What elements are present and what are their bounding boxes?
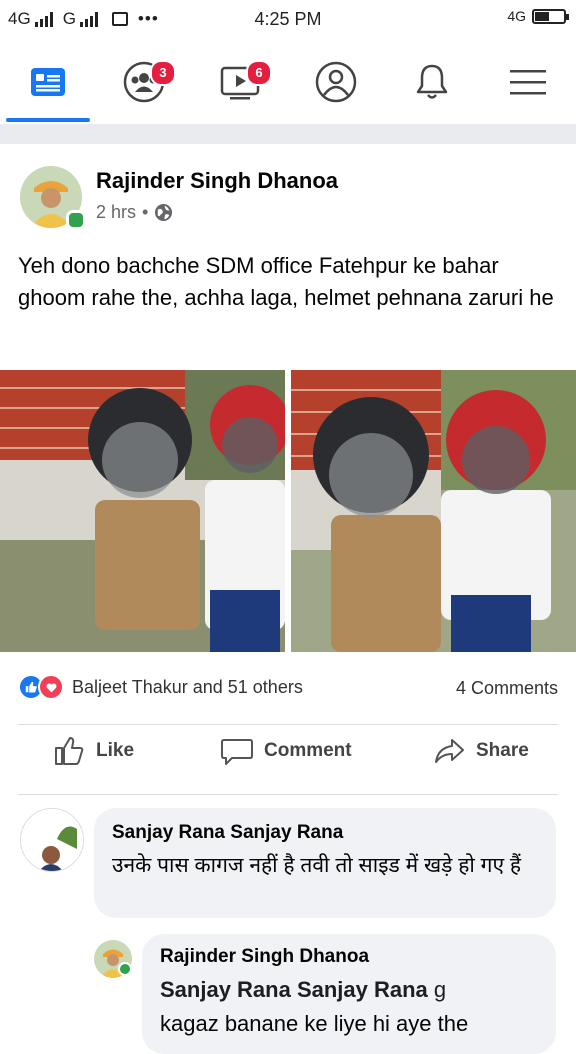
comment-icon	[221, 739, 253, 765]
battery-icon	[532, 8, 569, 24]
post-text: Yeh dono bachche SDM office Fatehpur ke …	[18, 253, 554, 310]
reactions-text: Baljeet Thakur and 51 others	[72, 676, 303, 697]
comments-count[interactable]: 4 Comments	[456, 678, 558, 699]
feed-separator	[0, 124, 576, 144]
thumbs-up-icon	[55, 737, 84, 765]
top-nav-bar: 3 6	[0, 40, 576, 125]
actions-divider-bottom	[18, 794, 558, 795]
share-icon	[435, 739, 464, 763]
active-tab-indicator	[6, 118, 90, 122]
comment-text-2: kagaz banane ke liye hi aye the	[160, 1011, 469, 1036]
like-label: Like	[96, 740, 135, 761]
like-button[interactable]: Like	[52, 734, 134, 768]
post-meta: 2 hrs •	[96, 202, 173, 223]
profile-icon	[315, 61, 357, 103]
status-right: 4G	[507, 8, 569, 24]
groups-badge: 3	[150, 60, 176, 86]
share-button[interactable]: Share	[432, 734, 529, 768]
post-time[interactable]: 2 hrs	[96, 202, 136, 223]
watch-badge: 6	[246, 60, 272, 86]
comment-bubble-2: Rajinder Singh Dhanoa Sanjay Rana Sanjay…	[142, 934, 556, 1054]
comment-author-2[interactable]: Rajinder Singh Dhanoa	[160, 946, 369, 968]
comment-button[interactable]: Comment	[220, 734, 352, 768]
commenter-avatar[interactable]	[20, 808, 84, 872]
tab-profile[interactable]	[288, 40, 384, 124]
tab-notifications[interactable]	[384, 40, 480, 124]
comment-mention-suffix: g	[433, 977, 447, 1002]
post-photo-2[interactable]	[291, 370, 576, 652]
online-indicator	[66, 210, 86, 230]
news-feed-icon	[31, 68, 65, 96]
comment-text-1: उनके पास कागज नहीं है तवी तो साइड में खड…	[112, 854, 522, 877]
post-author[interactable]: Rajinder Singh Dhanoa	[96, 168, 338, 194]
meta-separator: •	[142, 202, 149, 222]
love-reaction-icon	[38, 674, 64, 700]
tab-news-feed[interactable]	[0, 40, 96, 124]
post-photo-1[interactable]	[0, 370, 285, 652]
share-label: Share	[476, 740, 529, 761]
bell-icon	[416, 64, 448, 99]
actions-divider-top	[18, 724, 558, 725]
comment-bubble-1: Sanjay Rana Sanjay Rana उनके पास कागज नह…	[94, 808, 556, 918]
comment-label: Comment	[264, 740, 352, 761]
tab-menu[interactable]	[480, 40, 576, 124]
feed-post: Rajinder Singh Dhanoa 2 hrs • Yeh dono b…	[0, 144, 576, 1054]
clock: 4:25 PM	[254, 9, 322, 29]
reactions-summary[interactable]: Baljeet Thakur and 51 others	[18, 674, 303, 700]
comment-author-1[interactable]: Sanjay Rana Sanjay Rana	[112, 822, 343, 844]
status-bar: 4G G ••• 4:25 PM 4G	[0, 0, 576, 40]
comment-line-2: Sanjay Rana Sanjay Rana g	[160, 974, 446, 1006]
tab-watch[interactable]	[192, 40, 288, 124]
reply-online-indicator	[118, 962, 132, 976]
comment-mention[interactable]: Sanjay Rana Sanjay Rana	[160, 977, 428, 1002]
hamburger-icon	[510, 70, 546, 95]
globe-icon	[155, 203, 173, 222]
network-label-right: 4G	[507, 8, 526, 24]
tab-groups[interactable]	[96, 40, 192, 124]
